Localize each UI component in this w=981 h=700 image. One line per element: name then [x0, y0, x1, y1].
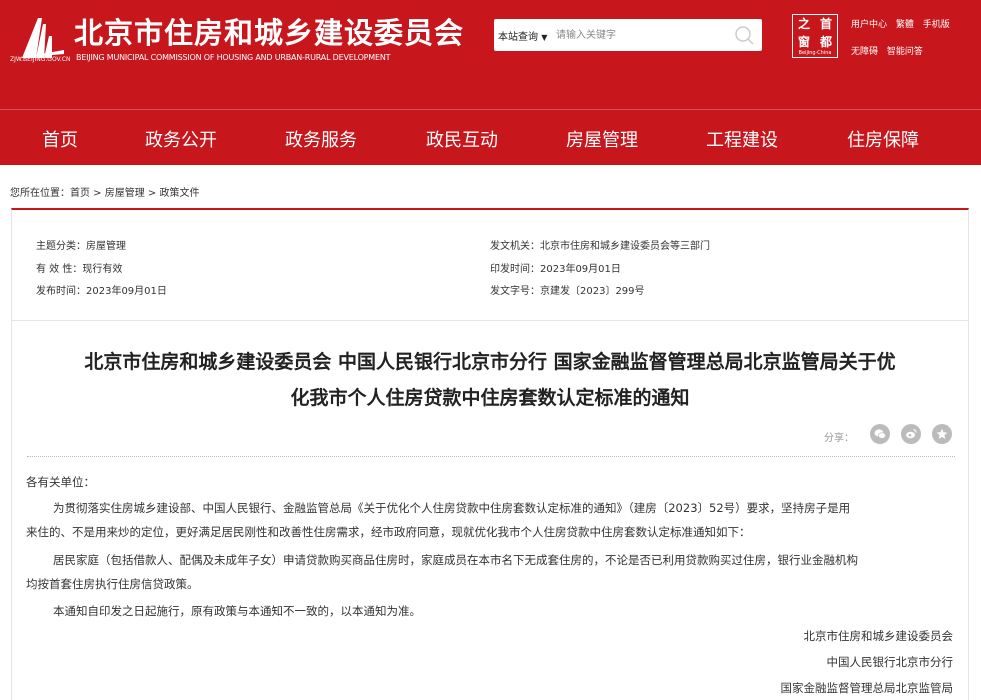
- nav-item-construction[interactable]: 工程建设: [706, 126, 778, 152]
- meta-publish-date: 发布时间：2023年09月01日: [36, 286, 167, 297]
- document-meta: 主题分类：房屋管理 有 效 性：现行有效 发布时间：2023年09月01日 发文…: [12, 210, 968, 321]
- signature-line: 中国人民银行北京市分行: [826, 655, 954, 669]
- seal-char: 之: [797, 17, 810, 31]
- nav-item-home[interactable]: 首页: [42, 126, 78, 152]
- user-center-link[interactable]: 用户中心: [851, 20, 887, 30]
- smart-qa-link[interactable]: 智能问答: [887, 47, 923, 57]
- breadcrumb-item-home[interactable]: 首页: [70, 188, 90, 199]
- nav-item-gov-services[interactable]: 政务服务: [285, 126, 357, 152]
- site-subtitle: BEIJING MUNICIPAL COMMISSION OF HOUSING …: [76, 53, 391, 62]
- search-box: 本站查询 ▼: [494, 19, 762, 51]
- seal-subtitle: Beijing·China: [798, 50, 832, 56]
- paragraph-line: 本通知自印发之日起施行，原有政策与本通知不一致的，以本通知为准。: [53, 604, 421, 618]
- breadcrumb-prefix: 您所在位置：: [10, 188, 70, 199]
- accessibility-link[interactable]: 无障碍: [851, 47, 878, 57]
- nav-item-housing-management[interactable]: 房屋管理: [566, 126, 638, 152]
- weibo-share-icon[interactable]: [901, 424, 921, 444]
- mobile-version-link[interactable]: 手机版: [923, 20, 950, 30]
- breadcrumb-separator: >: [144, 188, 160, 199]
- favorite-share-icon[interactable]: [932, 424, 952, 444]
- document-title-line: 北京市住房和城乡建设委员会 中国人民银行北京市分行 国家金融监督管理总局北京监管…: [84, 351, 896, 373]
- site-header: ZJW.BEIJING.GOV.CN 北京市住房和城乡建设委员会 BEIJING…: [0, 0, 981, 165]
- wechat-share-icon[interactable]: [870, 424, 890, 444]
- meta-issue-date: 印发时间：2023年09月01日: [490, 264, 621, 275]
- top-links-secondary: 无障碍 智能问答: [851, 44, 929, 57]
- meta-issuer: 发文机关：北京市住房和城乡建设委员会等三部门: [490, 241, 710, 252]
- breadcrumb-item-policy[interactable]: 政策文件: [160, 188, 200, 199]
- traditional-chinese-link[interactable]: 繁體: [896, 20, 914, 30]
- capital-window-seal[interactable]: 之 首 窗 都 Beijing·China: [792, 14, 838, 58]
- article-panel: 主题分类：房屋管理 有 效 性：现行有效 发布时间：2023年09月01日 发文…: [11, 208, 969, 700]
- greeting: 各有关单位：: [26, 475, 95, 489]
- seal-char: 首: [819, 17, 832, 31]
- signature-line: 国家金融监督管理总局北京监管局: [780, 681, 954, 695]
- document-title-line: 化我市个人住房贷款中住房套数认定标准的通知: [290, 387, 690, 409]
- search-scope-label: 本站查询: [498, 32, 538, 43]
- title-divider: [27, 456, 955, 457]
- signature-line: 北京市住房和城乡建设委员会: [803, 629, 954, 643]
- nav-item-housing-security[interactable]: 住房保障: [847, 126, 919, 152]
- breadcrumb-item-housing[interactable]: 房屋管理: [105, 188, 145, 199]
- paragraph-line: 来住的、不是用来炒的定位，更好满足居民刚性和改善性住房需求，经市政府同意，现就优…: [26, 525, 751, 539]
- share-label: 分享：: [824, 433, 854, 444]
- site-title[interactable]: 北京市住房和城乡建设委员会: [74, 10, 464, 52]
- top-links: 用户中心 繁體 手机版: [851, 17, 956, 30]
- search-input[interactable]: [556, 25, 726, 45]
- meta-doc-number: 发文字号：京建发〔2023〕299号: [490, 286, 645, 297]
- meta-topic: 主题分类：房屋管理: [36, 241, 126, 252]
- seal-char: 窗: [797, 35, 810, 49]
- breadcrumb-separator: >: [90, 188, 105, 199]
- nav-item-gov-affairs[interactable]: 政务公开: [145, 126, 217, 152]
- document-title: 北京市住房和城乡建设委员会 中国人民银行北京市分行 国家金融监督管理总局北京监管…: [12, 344, 968, 416]
- search-icon[interactable]: [733, 24, 755, 46]
- nav-item-interaction[interactable]: 政民互动: [426, 126, 498, 152]
- paragraph-line: 为贯彻落实住房城乡建设部、中国人民银行、金融监管总局《关于优化个人住房贷款中住房…: [53, 501, 851, 515]
- main-nav: 首页 政务公开 政务服务 政民互动 房屋管理 工程建设 住房保障: [0, 112, 981, 164]
- logo-url: ZJW.BEIJING.GOV.CN: [10, 56, 71, 63]
- chevron-down-icon: ▼: [541, 33, 548, 42]
- paragraph-line: 均按首套住房执行住房信贷政策。: [26, 577, 199, 591]
- seal-char: 都: [819, 35, 832, 49]
- paragraph-line: 居民家庭（包括借款人、配偶及未成年子女）申请贷款购买商品住房时，家庭成员在本市名…: [53, 553, 858, 567]
- meta-validity: 有 效 性：现行有效: [36, 264, 123, 275]
- search-scope-select[interactable]: 本站查询 ▼: [498, 28, 547, 43]
- breadcrumb: 您所在位置：首页 > 房屋管理 > 政策文件: [10, 184, 200, 199]
- nav-divider: [0, 109, 981, 110]
- building-logo-icon[interactable]: [16, 14, 66, 58]
